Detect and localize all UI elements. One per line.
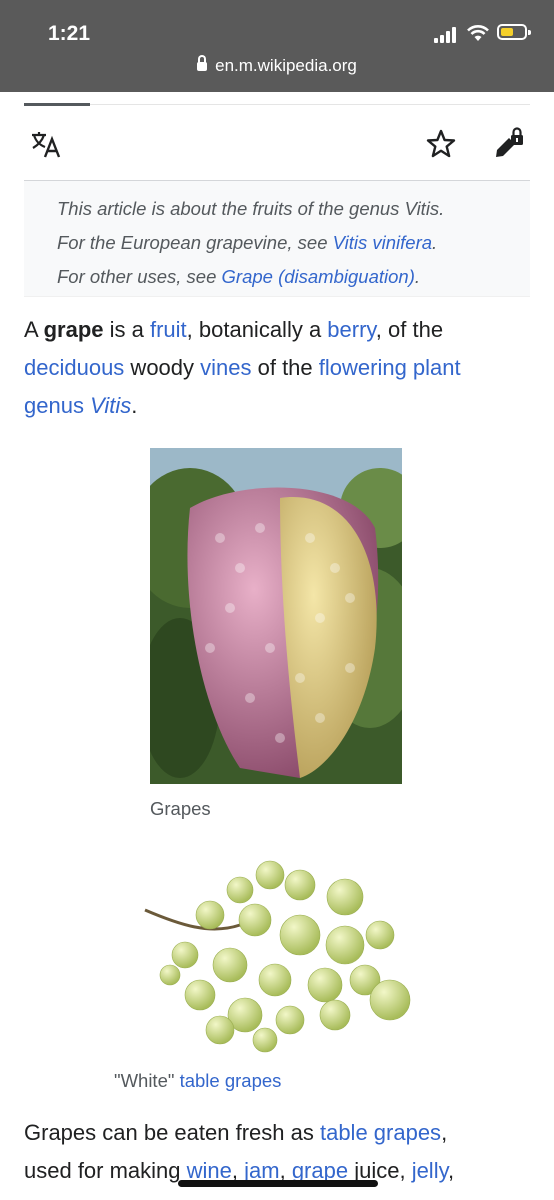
edit-locked-icon[interactable]: [493, 126, 525, 160]
text: ,: [441, 1120, 448, 1145]
link-jelly[interactable]: jelly: [412, 1158, 448, 1183]
hatnote-text: .: [432, 232, 438, 253]
hatnote-line: For other uses, see Grape (disambiguatio…: [57, 260, 530, 294]
status-time: 1:21: [48, 22, 91, 45]
grapes-on-vine-image[interactable]: [150, 448, 402, 784]
hatnote-line: This article is about the fruits of the …: [57, 198, 445, 219]
text: Grapes can be eaten fresh as: [24, 1120, 320, 1145]
text: A: [24, 317, 44, 342]
translate-icon[interactable]: [30, 130, 62, 158]
wifi-icon: [467, 25, 489, 41]
body-paragraph: Grapes can be eaten fresh as table grape…: [24, 1114, 534, 1190]
hatnote-line: For the European grapevine, see Vitis vi…: [57, 226, 530, 260]
hatnote: This article is about the fruits of the …: [24, 180, 530, 297]
url-text: en.m.wikipedia.org: [215, 56, 357, 75]
link-table-grapes[interactable]: table grapes: [320, 1120, 441, 1145]
caption-text: "White": [114, 1070, 180, 1091]
link-genus-vitis[interactable]: genus Vitis: [24, 393, 131, 418]
link-fruit[interactable]: fruit: [150, 317, 187, 342]
hatnote-text: For other uses, see: [57, 266, 222, 287]
hatnote-text: .: [414, 266, 420, 287]
tab-article[interactable]: [24, 103, 90, 106]
link-vitis-vinifera[interactable]: Vitis vinifera: [333, 232, 432, 253]
link-deciduous[interactable]: deciduous: [24, 355, 124, 380]
link-text-italic: Vitis: [90, 393, 132, 418]
text: of the: [251, 355, 319, 380]
text: , botanically a: [186, 317, 328, 342]
figure-caption: "White" table grapes: [114, 1070, 281, 1092]
link-grape-disambiguation[interactable]: Grape (disambiguation): [222, 266, 415, 287]
text: is a: [103, 317, 150, 342]
text: , of the: [375, 317, 444, 342]
address-bar[interactable]: en.m.wikipedia.org: [0, 55, 554, 76]
text: woody: [124, 355, 201, 380]
status-bar: 1:21 en.m.wikipedia.org: [0, 0, 554, 92]
home-indicator[interactable]: [178, 1180, 378, 1187]
link-table-grapes[interactable]: table grapes: [180, 1070, 282, 1091]
white-table-grapes-image[interactable]: [140, 855, 420, 1055]
text: ,: [447, 1158, 455, 1183]
lock-icon: [197, 55, 208, 71]
text: used for making: [24, 1158, 187, 1183]
tab-divider: [24, 104, 530, 105]
star-icon[interactable]: [426, 129, 456, 159]
text: .: [131, 393, 138, 418]
link-vines[interactable]: vines: [200, 355, 251, 380]
link-text: genus: [24, 393, 91, 418]
battery-icon: [497, 24, 531, 40]
figure-caption: Grapes: [150, 798, 211, 819]
lead-paragraph: A grape is a fruit, botanically a berry,…: [24, 311, 534, 425]
link-berry[interactable]: berry: [327, 317, 376, 342]
link-flowering-plant[interactable]: flowering plant: [319, 355, 461, 380]
hatnote-text: For the European grapevine, see: [57, 232, 333, 253]
cellular-signal-icon: [434, 27, 460, 43]
bold-term: grape: [43, 317, 104, 342]
